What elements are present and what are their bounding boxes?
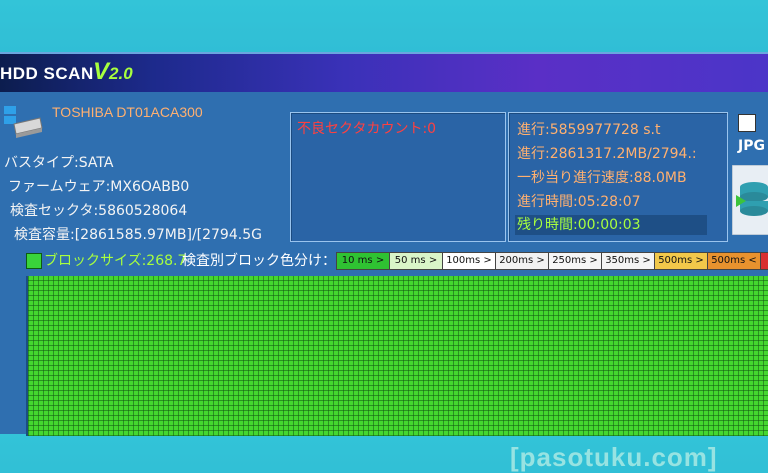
scan-capacity: 検査容量:[2861585.97MB]/[2794.5G [14, 227, 262, 243]
jpg-label: JPG [738, 138, 765, 154]
latency-scale-2: 100ms > [442, 252, 496, 270]
latency-scale-3: 200ms > [495, 252, 549, 270]
scan-sectors: 検査セックタ:5860528064 [10, 203, 188, 219]
database-save-icon[interactable] [732, 165, 768, 235]
hard-drive-icon [4, 106, 43, 138]
progress-speed: 一秒当り進行速度:88.0MB [517, 170, 687, 186]
jpg-checkbox[interactable] [738, 114, 756, 132]
latency-scale-6: 500ms > [654, 252, 708, 270]
latency-scale-0: 10 ms > [336, 252, 390, 270]
progress-sectors: 進行:5859977728 s.t [517, 122, 661, 138]
hdd-scan-window: HDD SCAN V2.0 TOSHIBA DT01ACA300 バスタイプ:S… [0, 52, 768, 472]
remaining-time: 残り時間:00:00:03 [515, 215, 707, 235]
drive-model: TOSHIBA DT01ACA300 [52, 104, 203, 120]
bad-sector-count: 不良セクタカウント:0 [297, 121, 437, 137]
firmware-version: ファームウェア:MX6OABB0 [8, 179, 190, 195]
progress-size: 進行:2861317.2MB/2794.: [517, 146, 697, 162]
app-version: V2.0 [93, 58, 133, 86]
block-size: ブロックサイズ:268.7 [44, 253, 187, 269]
latency-scale-5: 350ms > [601, 252, 655, 270]
drive-info-panel: TOSHIBA DT01ACA300 バスタイプ:SATA ファームウェア:MX… [0, 94, 290, 244]
latency-scale-7: 500ms < [707, 252, 761, 270]
left-margin [0, 272, 26, 434]
block-legend: ブロックサイズ:268.7 検査別ブロック色分け： 10 ms >50 ms >… [22, 250, 768, 272]
progress-panel: 進行:5859977728 s.t 進行:2861317.2MB/2794.: … [508, 112, 728, 242]
latency-scale-4: 250ms > [548, 252, 602, 270]
sector-block-map [26, 276, 768, 436]
latency-scale-1: 50 ms > [389, 252, 443, 270]
elapsed-time: 進行時間:05:28:07 [517, 194, 641, 210]
bad-sector-panel: 不良セクタカウント:0 [290, 112, 506, 242]
app-title: HDD SCAN [0, 64, 94, 83]
bus-type: バスタイプ:SATA [4, 155, 114, 171]
version-v: V [93, 58, 110, 85]
output-options: JPG [732, 100, 768, 250]
version-number: 2.0 [109, 64, 133, 83]
title-bar: HDD SCAN V2.0 [0, 54, 768, 92]
latency-scale-8 [760, 252, 768, 270]
color-by-label: 検査別ブロック色分け： [182, 253, 336, 269]
watermark: [pasotuku.com] [510, 442, 718, 472]
block-color-swatch [26, 253, 42, 269]
